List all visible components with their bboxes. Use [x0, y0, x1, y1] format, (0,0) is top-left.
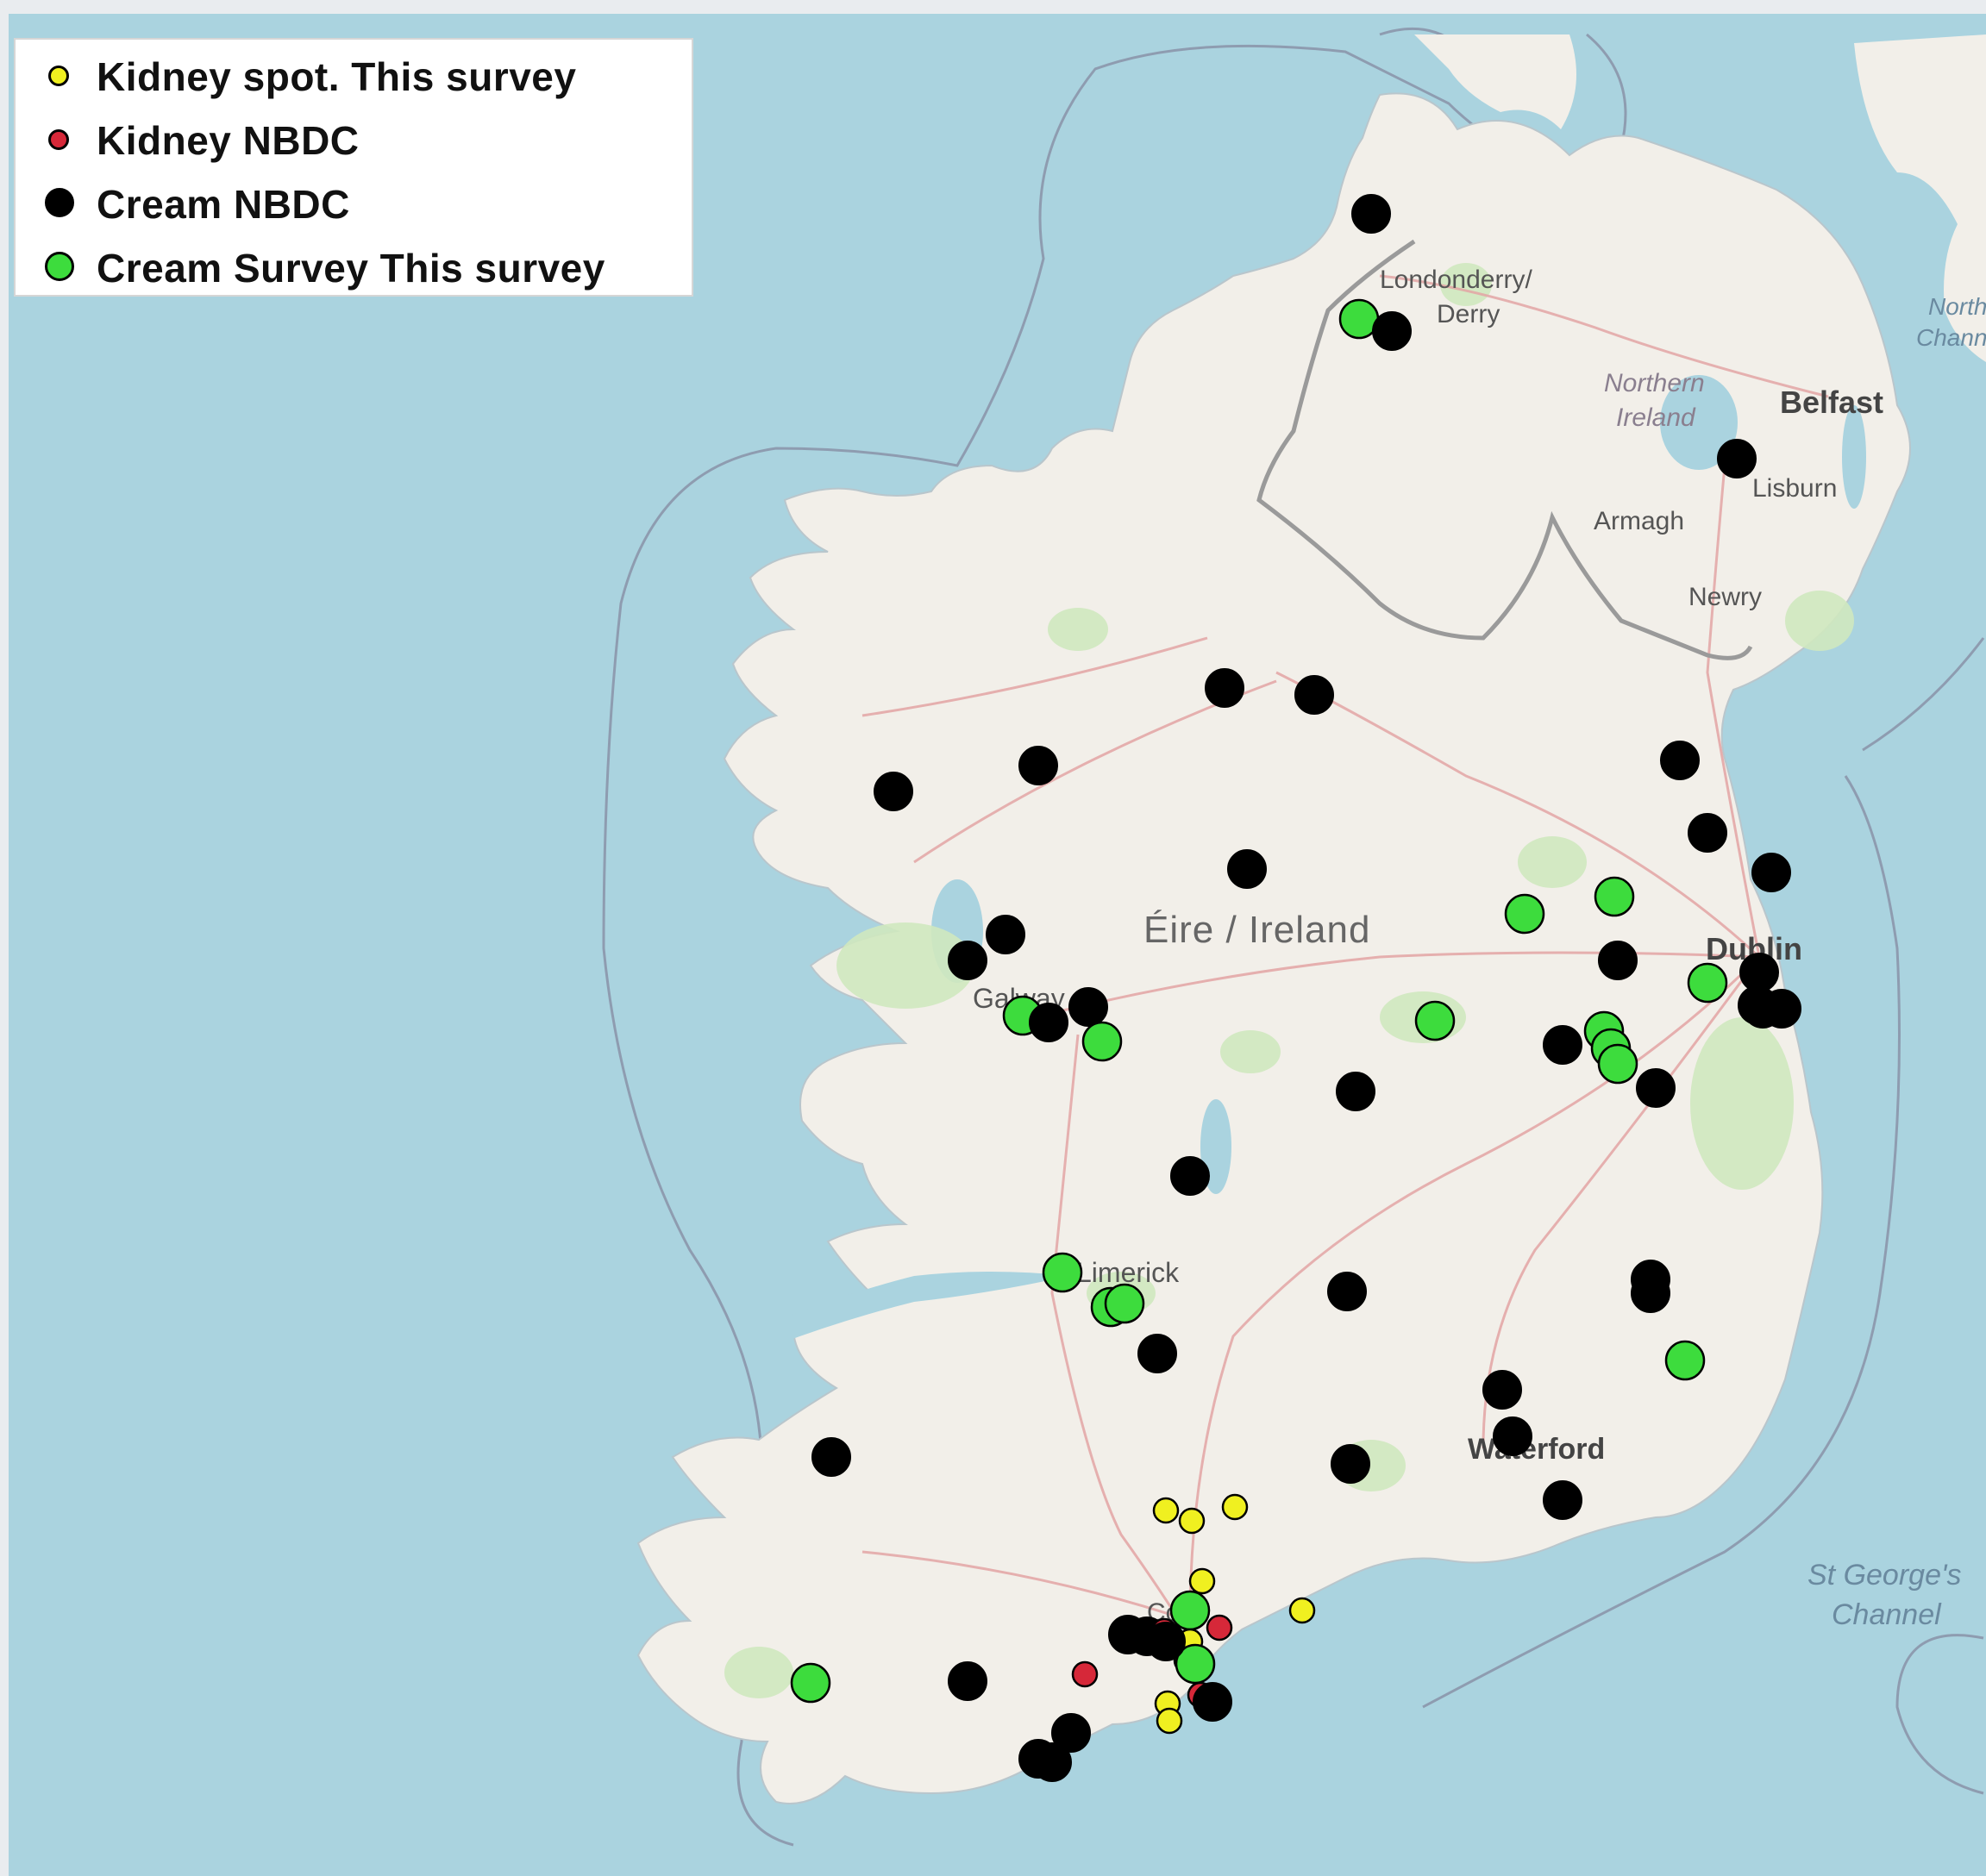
kidney-survey-marker [1152, 1497, 1180, 1524]
cream-nbdc-marker [1631, 1273, 1670, 1313]
cream-nbdc-marker [1170, 1156, 1210, 1196]
kidney-nbdc-marker [1206, 1614, 1233, 1642]
cream-nbdc-marker [1717, 439, 1757, 478]
legend-swatch-red-icon [48, 129, 69, 150]
legend-label: Cream NBDC [97, 182, 350, 227]
cream-nbdc-marker [1543, 1480, 1582, 1520]
cream-nbdc-marker [1029, 1003, 1068, 1042]
cream-nbdc-marker [1068, 987, 1108, 1027]
legend-item-kidney-nbdc: Kidney NBDC [16, 109, 692, 172]
map-legend: Kidney spot. This survey Kidney NBDC Cre… [14, 38, 693, 297]
legend-label: Cream Survey This survey [97, 246, 605, 291]
cream-nbdc-marker [1493, 1416, 1532, 1456]
legend-swatch-black-icon [45, 188, 74, 217]
kidney-survey-marker [1156, 1707, 1183, 1735]
legend-swatch-yellow-icon [48, 66, 69, 86]
cream-nbdc-marker [1032, 1742, 1072, 1782]
legend-item-kidney-survey: Kidney spot. This survey [16, 45, 692, 109]
legend-swatch-green-icon [45, 252, 74, 281]
cream-survey-marker [1414, 1000, 1456, 1041]
cream-nbdc-marker [948, 941, 987, 980]
kidney-survey-marker [1178, 1507, 1206, 1535]
cream-nbdc-marker [1294, 675, 1334, 715]
legend-label: Kidney NBDC [97, 118, 360, 163]
map-view[interactable]: Londonderry/ Derry Northern Ireland Belf… [0, 0, 1986, 1876]
cream-survey-marker [1687, 962, 1728, 1004]
cream-survey-marker [1169, 1590, 1211, 1631]
cream-nbdc-marker [1193, 1682, 1232, 1722]
cream-survey-marker [1597, 1043, 1638, 1085]
cream-nbdc-marker [1331, 1444, 1370, 1484]
legend-item-cream-nbdc: Cream NBDC [16, 172, 692, 236]
cream-survey-marker [1594, 876, 1635, 917]
cream-survey-marker [1081, 1021, 1123, 1062]
cream-nbdc-marker [1351, 194, 1391, 234]
kidney-nbdc-marker [1071, 1660, 1099, 1688]
cream-nbdc-marker [1598, 941, 1638, 980]
cream-survey-marker [1504, 893, 1545, 935]
cream-nbdc-marker [1372, 311, 1412, 351]
cream-nbdc-marker [1660, 741, 1700, 780]
cream-nbdc-marker [811, 1437, 851, 1477]
cream-nbdc-marker [1336, 1072, 1375, 1111]
cream-nbdc-marker [1205, 668, 1244, 708]
cream-nbdc-marker [986, 915, 1025, 954]
cream-nbdc-marker [1018, 746, 1058, 785]
cream-nbdc-marker [1543, 1025, 1582, 1065]
cream-nbdc-marker [1327, 1272, 1367, 1311]
cream-survey-marker [790, 1662, 831, 1704]
cream-nbdc-marker [948, 1661, 987, 1701]
kidney-survey-marker [1221, 1493, 1249, 1521]
legend-item-cream-survey: Cream Survey This survey [16, 236, 692, 300]
cream-nbdc-marker [1482, 1370, 1522, 1410]
cream-nbdc-marker [1751, 853, 1791, 892]
cream-nbdc-marker [1688, 813, 1727, 853]
cream-nbdc-marker [1227, 849, 1267, 889]
kidney-survey-marker [1188, 1567, 1216, 1595]
cream-nbdc-marker [1743, 989, 1782, 1029]
cream-survey-marker [1104, 1283, 1145, 1324]
cream-nbdc-marker [1636, 1068, 1676, 1108]
kidney-survey-marker [1288, 1597, 1316, 1624]
cream-nbdc-marker [1146, 1622, 1186, 1661]
cream-survey-marker [1042, 1252, 1083, 1293]
cream-nbdc-marker [874, 772, 913, 811]
cream-survey-marker [1664, 1340, 1706, 1381]
cream-nbdc-marker [1137, 1334, 1177, 1373]
legend-label: Kidney spot. This survey [97, 54, 577, 99]
